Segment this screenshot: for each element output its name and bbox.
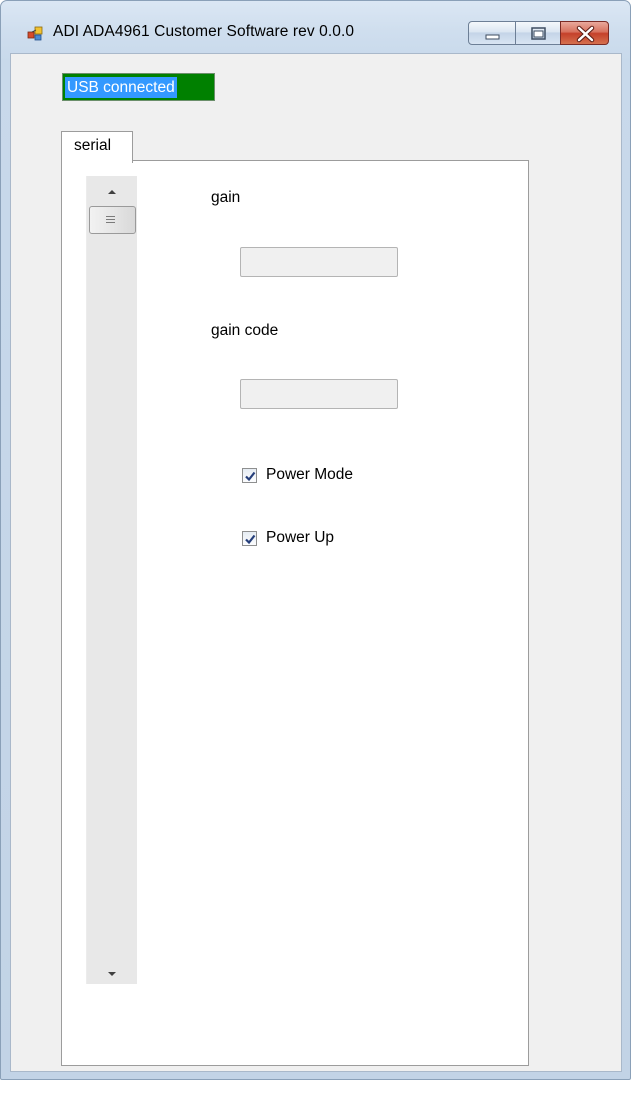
maximize-icon [531, 27, 546, 40]
close-icon [576, 25, 595, 43]
power-up-label: Power Up [266, 529, 335, 546]
power-mode-label: Power Mode [266, 466, 354, 483]
grip-icon [106, 216, 115, 223]
tab-serial[interactable]: serial [61, 131, 133, 163]
gain-code-label: gain code [211, 322, 279, 339]
checkmark-icon [245, 471, 256, 482]
gain-field[interactable] [240, 247, 398, 277]
vertical-scrollbar[interactable] [86, 176, 137, 984]
chevron-down-icon [108, 972, 116, 976]
client-area: USB connected serial gain gain code Powe… [10, 53, 622, 1072]
caption-buttons [468, 21, 613, 46]
usb-status-text: USB connected [65, 77, 177, 98]
app-icon[interactable] [27, 25, 43, 41]
app-window: ADI ADA4961 Customer Software rev 0.0.0 [0, 0, 631, 1080]
chevron-up-icon [108, 190, 116, 194]
scroll-down-button[interactable] [87, 964, 137, 984]
usb-status-box[interactable]: USB connected [62, 73, 215, 101]
gain-code-field[interactable] [240, 379, 398, 409]
gain-label: gain [211, 189, 241, 206]
window-title: ADI ADA4961 Customer Software rev 0.0.0 [53, 23, 355, 40]
title-bar[interactable]: ADI ADA4961 Customer Software rev 0.0.0 [1, 1, 630, 55]
maximize-button[interactable] [515, 21, 561, 45]
close-button[interactable] [560, 21, 609, 45]
minimize-icon [485, 34, 500, 40]
scroll-up-button[interactable] [87, 182, 137, 202]
tab-serial-label: serial [74, 137, 112, 154]
checkmark-icon [245, 534, 256, 545]
minimize-button[interactable] [468, 21, 516, 45]
power-mode-checkbox[interactable] [242, 468, 257, 483]
scroll-thumb[interactable] [89, 206, 136, 234]
power-up-checkbox[interactable] [242, 531, 257, 546]
